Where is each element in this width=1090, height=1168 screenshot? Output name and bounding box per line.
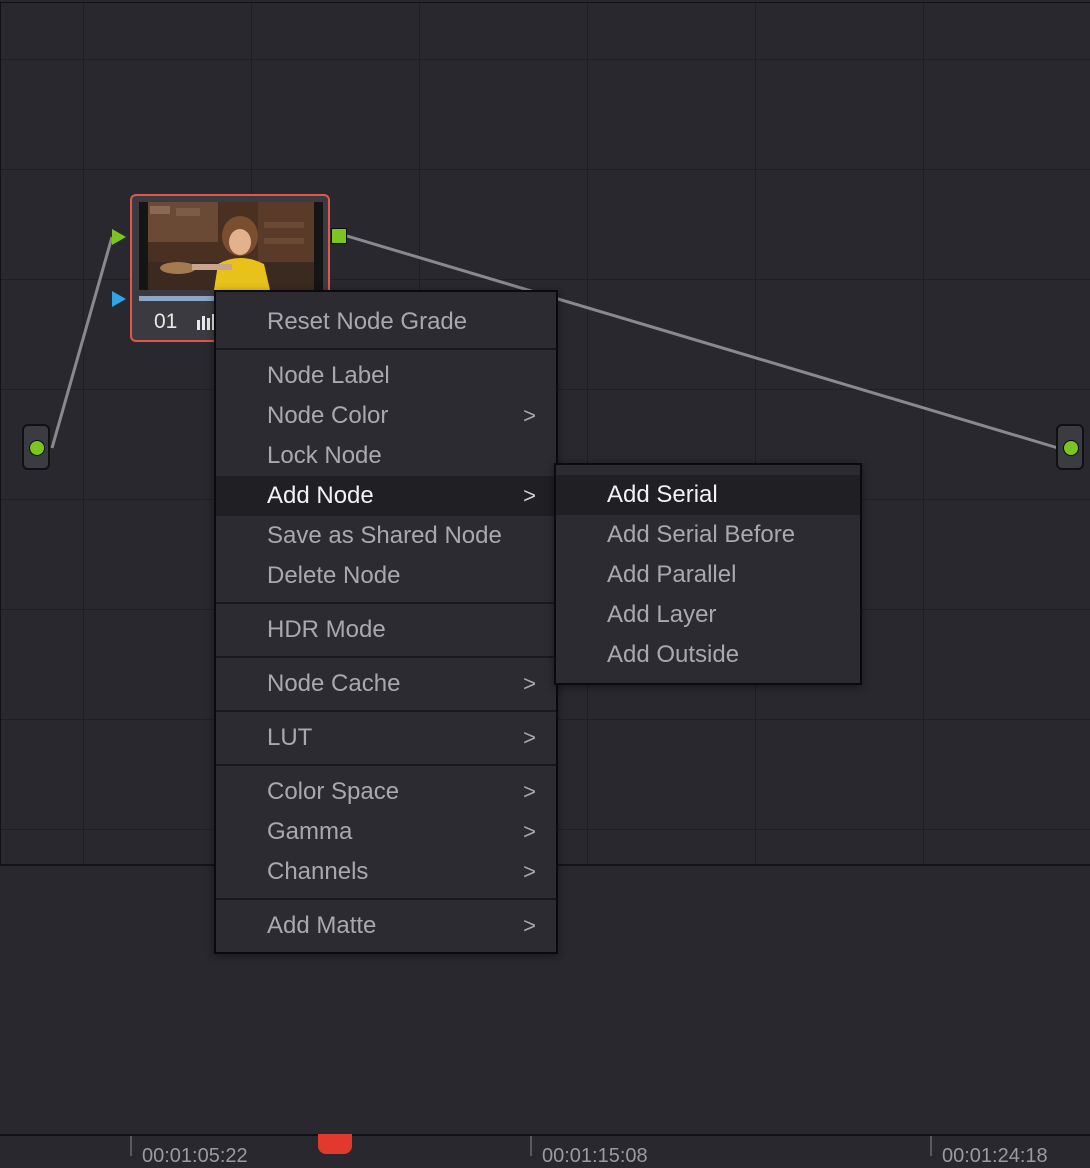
submenu-item-add-outside[interactable]: Add Outside <box>556 635 860 675</box>
source-input-dot <box>29 440 45 456</box>
menu-item-lut[interactable]: LUT > <box>216 718 556 758</box>
menu-item-hdr-mode[interactable]: HDR Mode <box>216 610 556 650</box>
menu-item-label: Color Space <box>267 778 400 805</box>
menu-separator <box>216 348 556 350</box>
menu-separator <box>216 602 556 604</box>
menu-item-label: Channels <box>267 858 369 885</box>
menu-item-label: Add Matte <box>267 912 377 939</box>
menu-item-label: Gamma <box>267 818 353 845</box>
timecode-label: 00:01:05:22 <box>142 1145 248 1167</box>
submenu-item-add-parallel[interactable]: Add Parallel <box>556 555 860 595</box>
submenu-item-label: Add Parallel <box>607 561 737 588</box>
histogram-icon <box>197 314 214 330</box>
timecode-label: 00:01:24:18 <box>942 1145 1048 1167</box>
submenu-item-label: Add Outside <box>607 641 740 668</box>
menu-item-label: LUT <box>267 724 313 751</box>
menu-item-label: Node Label <box>267 362 390 389</box>
menu-separator <box>216 656 556 658</box>
menu-item-node-label[interactable]: Node Label <box>216 356 556 396</box>
menu-item-label: Reset Node Grade <box>267 308 468 335</box>
chevron-right-icon: > <box>523 725 536 750</box>
menu-item-add-node[interactable]: Add Node > <box>216 476 556 516</box>
submenu-item-add-serial[interactable]: Add Serial <box>556 475 860 515</box>
chevron-right-icon: > <box>523 779 536 804</box>
menu-item-reset-node-grade[interactable]: Reset Node Grade <box>216 302 556 342</box>
menu-item-channels[interactable]: Channels > <box>216 852 556 892</box>
output-port[interactable] <box>1056 424 1084 470</box>
playhead[interactable] <box>318 1134 352 1154</box>
menu-item-node-color[interactable]: Node Color > <box>216 396 556 436</box>
menu-item-label: Node Cache <box>267 670 401 697</box>
submenu-item-add-layer[interactable]: Add Layer <box>556 595 860 635</box>
menu-item-label: Save as Shared Node <box>267 522 502 549</box>
submenu-item-label: Add Layer <box>607 601 717 628</box>
source-input-port[interactable] <box>22 424 50 470</box>
timeline-tick <box>530 1136 532 1156</box>
timeline-tick <box>930 1136 932 1156</box>
node-number: 01 <box>154 310 178 333</box>
submenu-item-label: Add Serial <box>607 481 718 508</box>
menu-separator <box>216 898 556 900</box>
thumbnail-image <box>148 202 314 290</box>
chevron-right-icon: > <box>523 671 536 696</box>
menu-separator <box>216 764 556 766</box>
menu-separator <box>216 710 556 712</box>
menu-item-label: Delete Node <box>267 562 401 589</box>
chevron-right-icon: > <box>523 403 536 428</box>
menu-item-delete-node[interactable]: Delete Node <box>216 556 556 596</box>
menu-item-color-space[interactable]: Color Space > <box>216 772 556 812</box>
add-node-submenu: Add Serial Add Serial Before Add Paralle… <box>554 463 862 685</box>
menu-item-label: HDR Mode <box>267 616 386 643</box>
menu-item-label: Lock Node <box>267 442 382 469</box>
submenu-item-add-serial-before[interactable]: Add Serial Before <box>556 515 860 555</box>
menu-item-lock-node[interactable]: Lock Node <box>216 436 556 476</box>
menu-item-label: Node Color <box>267 402 389 429</box>
chevron-right-icon: > <box>523 913 536 938</box>
timeline-tick <box>130 1136 132 1156</box>
menu-item-save-as-shared-node[interactable]: Save as Shared Node <box>216 516 556 556</box>
node-thumbnail <box>139 202 323 290</box>
menu-item-add-matte[interactable]: Add Matte > <box>216 906 556 946</box>
node-render-progress-fill <box>139 296 217 301</box>
node-rgb-output-port[interactable] <box>331 228 347 244</box>
node-context-menu: Reset Node Grade Node Label Node Color > … <box>214 290 558 954</box>
node-rgb-input-port[interactable] <box>112 229 126 245</box>
chevron-right-icon: > <box>523 819 536 844</box>
output-dot <box>1063 440 1079 456</box>
menu-item-node-cache[interactable]: Node Cache > <box>216 664 556 704</box>
menu-item-gamma[interactable]: Gamma > <box>216 812 556 852</box>
chevron-right-icon: > <box>523 859 536 884</box>
menu-item-label: Add Node <box>267 482 374 509</box>
timecode-label: 00:01:15:08 <box>542 1145 648 1167</box>
submenu-item-label: Add Serial Before <box>607 521 796 548</box>
node-key-input-port[interactable] <box>112 291 126 307</box>
chevron-right-icon: > <box>523 483 536 508</box>
timeline-ruler[interactable]: 00:01:05:22 00:01:15:08 00:01:24:18 <box>0 1134 1090 1167</box>
